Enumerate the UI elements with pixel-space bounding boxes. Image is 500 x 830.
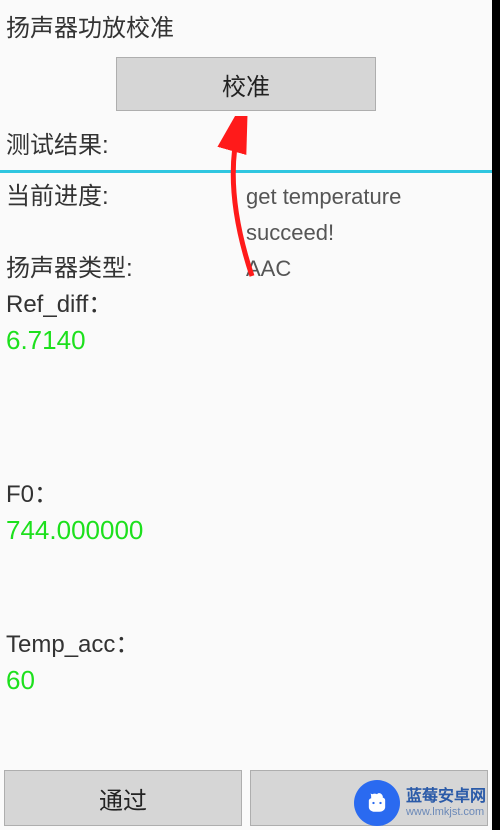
spacer	[0, 357, 492, 477]
pass-button[interactable]: 通过	[4, 770, 242, 826]
temp-acc-label: Temp_acc：	[0, 627, 492, 663]
bottom-bar: 通过	[0, 766, 492, 830]
speaker-type-row: 扬声器类型: AAC	[0, 251, 492, 287]
ref-diff-value: 6.7140	[0, 323, 492, 357]
ref-diff-label: Ref_diff：	[0, 287, 492, 323]
fail-button[interactable]	[250, 770, 488, 826]
divider	[0, 170, 492, 173]
speaker-type-value: AAC	[246, 251, 486, 287]
f0-label: F0：	[0, 477, 492, 513]
calibrate-button[interactable]: 校准	[116, 57, 376, 111]
speaker-type-label: 扬声器类型:	[6, 251, 246, 287]
f0-value: 744.000000	[0, 513, 492, 547]
progress-row: 当前进度: get temperature succeed!	[0, 179, 492, 251]
progress-label: 当前进度:	[6, 179, 246, 251]
temp-acc-value: 60	[0, 663, 492, 697]
result-label: 测试结果:	[0, 125, 492, 170]
spacer	[0, 547, 492, 627]
page-title: 扬声器功放校准	[0, 0, 492, 57]
progress-value: get temperature succeed!	[246, 179, 486, 251]
